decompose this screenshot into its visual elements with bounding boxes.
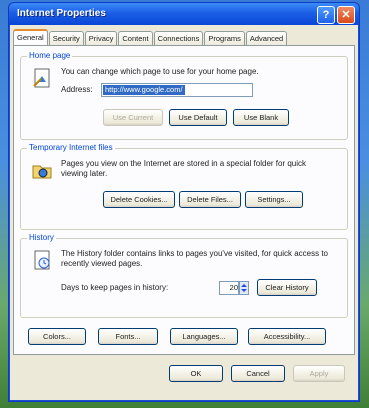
accessibility-button[interactable]: Accessibility... bbox=[248, 328, 326, 345]
days-field[interactable]: 20 bbox=[219, 281, 239, 295]
cancel-button[interactable]: Cancel bbox=[231, 365, 285, 382]
use-current-button[interactable]: Use Current bbox=[103, 109, 163, 126]
home-page-description: You can change which page to use for you… bbox=[61, 67, 259, 76]
apply-button[interactable]: Apply bbox=[293, 365, 345, 382]
home-page-group: Home page You can change which page to u… bbox=[20, 51, 348, 140]
folder-globe-icon bbox=[32, 165, 52, 179]
history-group: History The History folder contains link… bbox=[20, 233, 348, 318]
temporary-files-description: Pages you view on the Internet are store… bbox=[61, 159, 307, 178]
use-blank-button[interactable]: Use Blank bbox=[233, 109, 289, 126]
tab-privacy[interactable]: Privacy bbox=[84, 31, 118, 46]
address-field[interactable]: http://www.google.com/ bbox=[101, 83, 253, 97]
spinner-arrows-icon bbox=[241, 284, 247, 292]
days-label: Days to keep pages in history: bbox=[61, 283, 169, 292]
fonts-button[interactable]: Fonts... bbox=[98, 328, 158, 345]
home-page-legend: Home page bbox=[27, 51, 73, 60]
tab-programs[interactable]: Programs bbox=[204, 31, 245, 46]
address-label: Address: bbox=[61, 85, 93, 94]
help-button[interactable]: ? bbox=[317, 6, 335, 24]
tab-security[interactable]: Security bbox=[48, 31, 84, 46]
home-page-icon bbox=[33, 68, 50, 88]
days-spinner[interactable] bbox=[239, 281, 249, 295]
colors-button[interactable]: Colors... bbox=[28, 328, 86, 345]
tab-connections[interactable]: Connections bbox=[153, 31, 204, 46]
temporary-files-group: Temporary Internet files Pages you view … bbox=[20, 143, 348, 230]
delete-cookies-button[interactable]: Delete Cookies... bbox=[103, 191, 175, 208]
temporary-files-legend: Temporary Internet files bbox=[27, 143, 115, 152]
history-icon bbox=[34, 250, 50, 270]
tab-advanced[interactable]: Advanced bbox=[245, 31, 288, 46]
address-value: http://www.google.com/ bbox=[103, 85, 185, 95]
history-legend: History bbox=[27, 233, 56, 242]
use-default-button[interactable]: Use Default bbox=[169, 109, 227, 126]
close-button[interactable]: ✕ bbox=[337, 6, 355, 24]
general-tab-panel: Home page You can change which page to u… bbox=[13, 45, 355, 355]
title-bar: Internet Properties ? ✕ bbox=[9, 3, 359, 25]
tab-strip: General Security Privacy Content Connect… bbox=[13, 29, 288, 47]
languages-button[interactable]: Languages... bbox=[170, 328, 238, 345]
window-title: Internet Properties bbox=[17, 8, 106, 19]
ok-button[interactable]: OK bbox=[169, 365, 223, 382]
internet-properties-window: Internet Properties ? ✕ General Security… bbox=[8, 2, 360, 402]
tab-content[interactable]: Content bbox=[118, 31, 153, 46]
delete-files-button[interactable]: Delete Files... bbox=[179, 191, 241, 208]
settings-button[interactable]: Settings... bbox=[245, 191, 303, 208]
clear-history-button[interactable]: Clear History bbox=[257, 279, 317, 296]
history-description: The History folder contains links to pag… bbox=[61, 249, 328, 268]
